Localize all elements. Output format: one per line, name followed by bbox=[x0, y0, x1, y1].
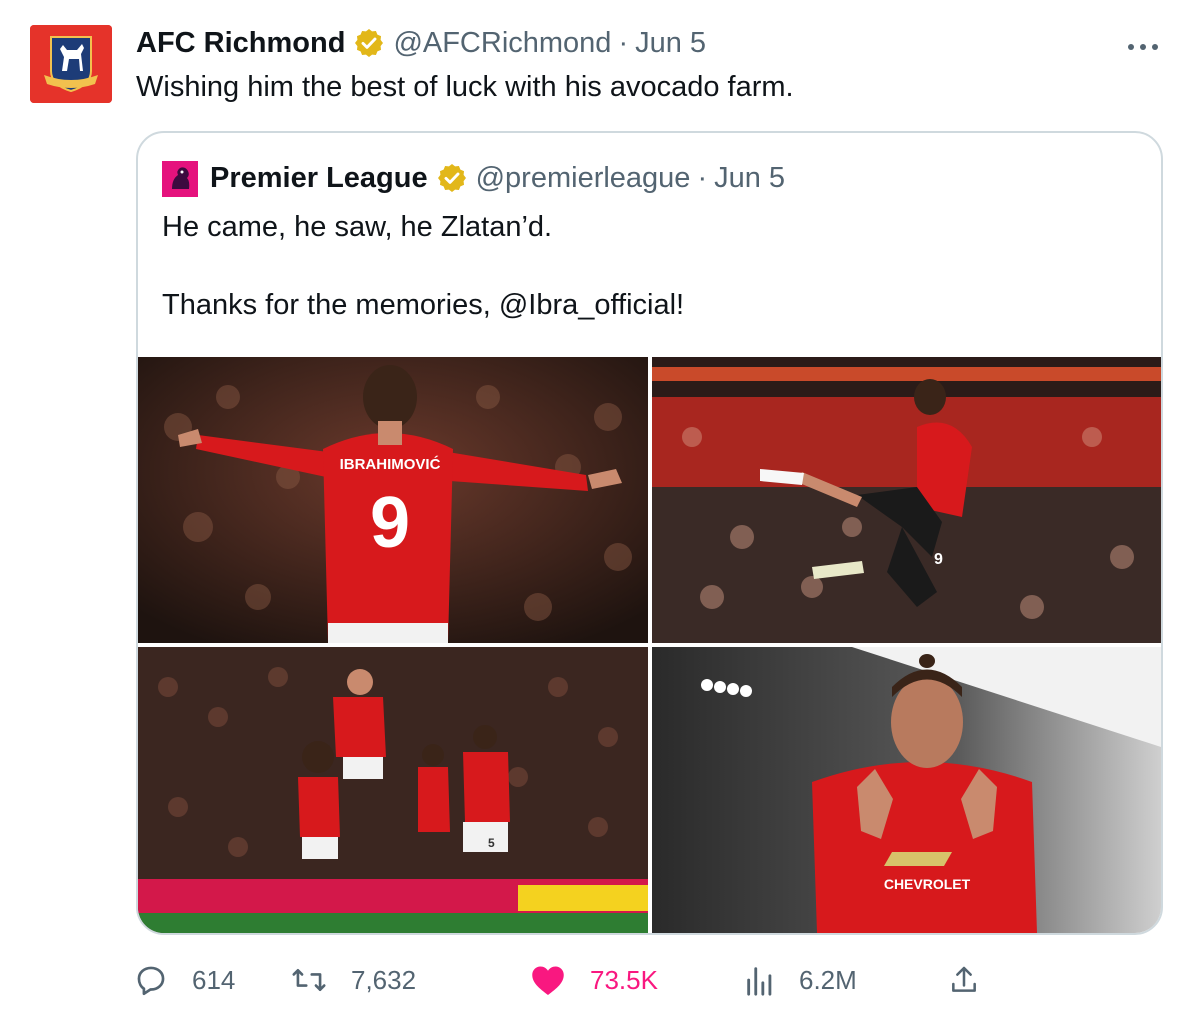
separator-dot: · bbox=[697, 162, 708, 194]
more-options-button[interactable] bbox=[1126, 28, 1160, 58]
retweet-count: 7,632 bbox=[351, 964, 417, 995]
photo-grid: IBRAHIMOVIĆ 9 9 5 CHEVROLET bbox=[138, 357, 1161, 933]
reply-count: 614 bbox=[192, 964, 236, 995]
quoted-tweet-card[interactable]: Premier League @premierleague · Jun 5 He… bbox=[136, 131, 1163, 935]
author-name[interactable]: AFC Richmond bbox=[136, 24, 345, 62]
quoted-tweet-text-line2: Thanks for the memories, @Ibra_official! bbox=[162, 289, 685, 321]
tweet-header: AFC Richmond @AFCRichmond · Jun 5 bbox=[136, 24, 706, 62]
verified-badge-icon bbox=[437, 164, 466, 192]
quoted-tweet-date[interactable]: Jun 5 bbox=[714, 159, 785, 197]
photo-1-jersey-name: IBRAHIMOVIĆ bbox=[340, 455, 441, 473]
retweet-icon bbox=[292, 968, 326, 992]
views-bar-chart-icon bbox=[747, 967, 772, 996]
quoted-tweet-header: Premier League @premierleague · Jun 5 bbox=[210, 159, 785, 197]
views-count: 6.2M bbox=[799, 964, 857, 995]
share-icon bbox=[952, 966, 976, 992]
photo-4-sponsor: CHEVROLET bbox=[884, 876, 971, 892]
share-button[interactable] bbox=[948, 958, 1004, 1002]
photo-1-ibrahimovic-back[interactable]: IBRAHIMOVIĆ 9 bbox=[138, 357, 648, 643]
separator-dot: · bbox=[618, 27, 629, 59]
tweet-text: Wishing him the best of luck with his av… bbox=[136, 71, 794, 103]
photo-3-jersey-number: 5 bbox=[488, 836, 495, 850]
more-horizontal-icon bbox=[1128, 44, 1158, 50]
reply-icon bbox=[137, 966, 165, 996]
premier-league-lion-icon bbox=[162, 161, 198, 197]
like-button[interactable]: 73.5K bbox=[530, 958, 658, 1002]
photo-2-ibrahimovic-kick[interactable]: 9 bbox=[652, 357, 1161, 643]
tweet-actions-bar: 614 7,632 73.5K 6.2M bbox=[134, 958, 994, 1002]
verified-badge-icon bbox=[355, 29, 384, 57]
quoted-tweet-text-line1: He came, he saw, he Zlatan’d. bbox=[162, 211, 553, 243]
photo-2-jersey-number: 9 bbox=[934, 551, 943, 568]
retweet-button[interactable]: 7,632 bbox=[291, 958, 416, 1002]
photo-3-team-celebration[interactable]: 5 bbox=[138, 647, 648, 933]
photo-1-jersey-number: 9 bbox=[370, 483, 410, 563]
like-count: 73.5K bbox=[590, 964, 658, 995]
quoted-author-handle[interactable]: @premierleague bbox=[476, 159, 691, 197]
photo-4-ibrahimovic-clapping[interactable]: CHEVROLET bbox=[652, 647, 1161, 933]
reply-button[interactable]: 614 bbox=[134, 958, 235, 1002]
quoted-author-name[interactable]: Premier League bbox=[210, 159, 428, 197]
richmond-crest-icon bbox=[30, 25, 112, 103]
heart-icon bbox=[532, 966, 564, 995]
views-button[interactable]: 6.2M bbox=[745, 958, 857, 1002]
premier-league-avatar[interactable] bbox=[162, 161, 198, 197]
author-handle[interactable]: @AFCRichmond bbox=[393, 24, 611, 62]
tweet-date[interactable]: Jun 5 bbox=[635, 24, 706, 62]
afc-richmond-avatar[interactable] bbox=[30, 25, 112, 103]
